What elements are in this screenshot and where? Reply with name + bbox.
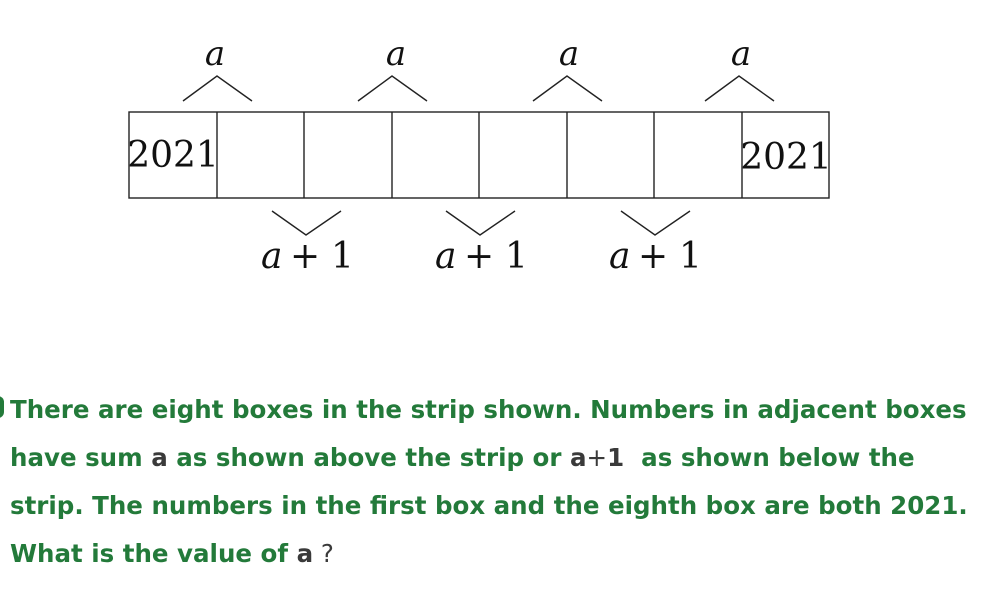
box-1-value: 2021 xyxy=(127,135,219,176)
label-below-1: a + 1 xyxy=(261,236,354,277)
svg-text:+: + xyxy=(464,236,494,277)
var-a-final: a xyxy=(296,539,314,568)
svg-text:a: a xyxy=(609,236,630,277)
carets-below xyxy=(271,210,691,236)
label-above-2: a xyxy=(386,34,406,74)
label-above-3: a xyxy=(559,34,579,74)
strip-diagram: 2021 2021 a a a a a + 1 a + 1 a + 1 xyxy=(127,34,832,277)
label-below-3: a + 1 xyxy=(609,236,702,277)
svg-text:1: 1 xyxy=(505,236,528,277)
bullet-marker xyxy=(0,396,4,418)
label-below-2: a + 1 xyxy=(435,236,528,277)
var-a: a xyxy=(151,443,168,472)
question-line-4: What is the value of a ? xyxy=(10,539,334,568)
svg-text:+: + xyxy=(638,236,668,277)
svg-text:1: 1 xyxy=(679,236,702,277)
carets-above xyxy=(182,75,775,102)
box-8-value: 2021 xyxy=(740,137,832,178)
label-above-1: a xyxy=(205,34,225,74)
question-line-1: There are eight boxes in the strip shown… xyxy=(10,395,967,424)
label-above-4: a xyxy=(731,34,751,74)
svg-text:+: + xyxy=(290,236,320,277)
svg-text:1: 1 xyxy=(331,236,354,277)
question-text: There are eight boxes in the strip shown… xyxy=(10,386,970,578)
expr-a-plus-1: a+1 xyxy=(569,443,625,472)
svg-text:a: a xyxy=(435,236,456,277)
box-dividers xyxy=(216,112,743,198)
question-line-3: strip. The numbers in the first box and … xyxy=(10,491,968,520)
question-line-2: have sum a as shown above the strip or a… xyxy=(10,443,915,472)
svg-text:a: a xyxy=(261,236,282,277)
